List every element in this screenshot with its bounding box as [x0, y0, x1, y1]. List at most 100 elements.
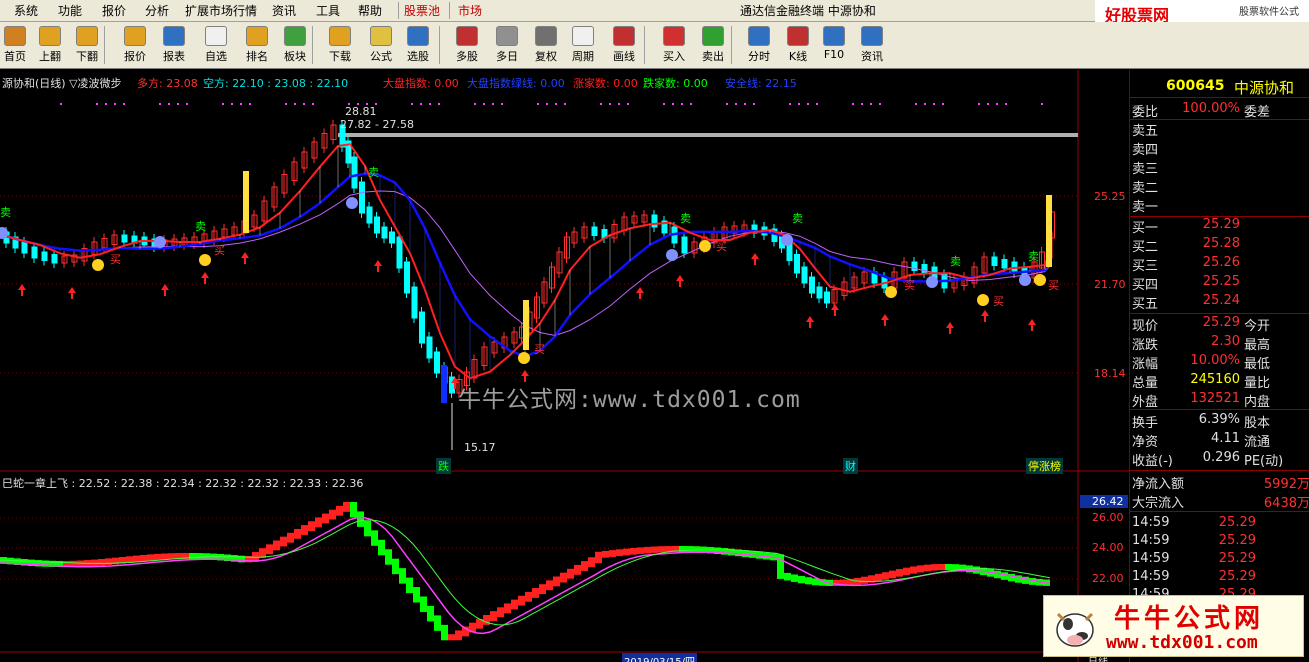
sub-step	[791, 574, 798, 582]
signal-dot	[555, 103, 557, 105]
toolbar-button-3[interactable]: 报价	[118, 24, 152, 67]
signal-dot	[312, 103, 314, 105]
menu-system[interactable]: 系统	[14, 3, 38, 19]
buy-icon	[663, 26, 685, 46]
menu-ext-market[interactable]: 扩展市场行情	[185, 3, 257, 19]
smiley-icon	[885, 286, 897, 298]
toolbar-button-label: 排名	[246, 50, 268, 63]
f10-icon	[823, 26, 845, 46]
sub-step	[399, 568, 406, 584]
menu-news[interactable]: 资讯	[272, 3, 296, 19]
stat2-label: 净资	[1132, 435, 1159, 450]
toolbar-button-label: 下翻	[76, 50, 98, 63]
toolbar-button-4[interactable]: 报表	[157, 24, 191, 67]
toolbar-button-label: 公式	[370, 50, 392, 63]
toolbar-button-7[interactable]: 板块	[278, 24, 312, 67]
menu-function[interactable]: 功能	[58, 3, 82, 19]
stat-right-label: 量比	[1244, 376, 1271, 391]
buy-level-label: 买三	[1132, 259, 1159, 274]
kline-chart[interactable]: 买买买买买买买卖卖卖卖 卖卖卖	[0, 70, 1129, 662]
toolbar-button-18[interactable]: 分时	[742, 24, 776, 67]
menu-help[interactable]: 帮助	[358, 3, 382, 19]
watermark-url: www.tdx001.com	[1106, 632, 1258, 653]
sub-step	[882, 572, 889, 580]
menu-stock-pool[interactable]: 股票池	[404, 3, 440, 19]
sub-step	[924, 564, 931, 572]
toolbar-button-6[interactable]: 排名	[240, 24, 274, 67]
buy-arrow-icon	[1028, 319, 1036, 331]
signal-dot	[492, 103, 494, 105]
toolbar-button-19[interactable]: K线	[781, 24, 815, 67]
toolbar-button-9[interactable]: 公式	[364, 24, 398, 67]
sub-step	[308, 521, 315, 532]
signal-dot	[870, 103, 872, 105]
stat-right-label: 内盘	[1244, 395, 1271, 410]
kline-chart-area[interactable]: 买买买买买买买卖卖卖卖卖卖卖 源协和(日线) ▽凌波微步 多方: 23.08 空…	[0, 70, 1129, 662]
event-tag-die[interactable]: 跌	[436, 458, 451, 474]
menu-quote[interactable]: 报价	[102, 3, 126, 19]
signal-dot	[681, 103, 683, 105]
toolbar-button-13[interactable]: 复权	[529, 24, 563, 67]
tick-time: 14:59	[1132, 551, 1170, 566]
signal-dot	[537, 103, 539, 105]
candle	[366, 206, 373, 224]
toolbar-button-12[interactable]: 多日	[490, 24, 524, 67]
signal-dot	[438, 103, 440, 105]
sub-step	[889, 570, 896, 579]
toolbar-button-15[interactable]: 画线	[607, 24, 641, 67]
smiley-icon	[92, 259, 104, 271]
toolbar-button-20[interactable]: F10	[817, 24, 851, 67]
sub-step	[273, 540, 280, 551]
buy-text: 买	[904, 279, 915, 292]
stat-value: 10.00%	[1190, 353, 1240, 368]
sub-step	[378, 539, 385, 556]
menu-analysis[interactable]: 分析	[145, 3, 169, 19]
buy-level-price: 25.25	[1202, 274, 1240, 289]
toolbar-button-label: 选股	[407, 50, 429, 63]
sub-step	[560, 572, 567, 583]
toolbar-button-11[interactable]: 多股	[450, 24, 484, 67]
toolbar-button-8[interactable]: 下载	[323, 24, 357, 67]
intraday-icon	[748, 26, 770, 46]
signal-dot	[744, 103, 746, 105]
buy-level-label: 买四	[1132, 278, 1159, 293]
signal-dot	[915, 103, 917, 105]
sub-step	[154, 553, 161, 561]
candle	[411, 286, 418, 319]
event-tag-cai[interactable]: 财	[843, 458, 858, 474]
buy-arrow-icon	[18, 284, 26, 296]
signal-dot	[501, 103, 503, 105]
watermark-banner: 牛牛公式网 www.tdx001.com	[1043, 595, 1304, 657]
sub-step	[98, 558, 105, 566]
signal-dot	[240, 103, 242, 105]
candle	[396, 236, 403, 269]
menu-market[interactable]: 市场	[458, 3, 482, 19]
toolbar-button-0[interactable]: 首页	[0, 24, 32, 67]
toolbar-button-1[interactable]: 上翻	[33, 24, 67, 67]
toolbar-button-10[interactable]: 选股	[401, 24, 435, 67]
toolbar-button-14[interactable]: 周期	[566, 24, 600, 67]
stat-label: 现价	[1132, 319, 1159, 334]
candle	[374, 216, 380, 234]
toolbar-separator	[439, 26, 440, 64]
sub-step	[644, 546, 651, 554]
toolbar-separator	[312, 26, 313, 64]
toolbar-button-5[interactable]: 自选	[199, 24, 233, 67]
signal-dot	[663, 103, 665, 105]
sub-step	[357, 511, 364, 527]
signal-dot	[105, 103, 107, 105]
ytick-18-14: 18.14	[1094, 367, 1126, 380]
buy-level-price: 25.26	[1202, 255, 1240, 270]
menu-tools[interactable]: 工具	[316, 3, 340, 19]
toolbar-button-17[interactable]: 卖出	[696, 24, 730, 67]
event-tag-tingzhang[interactable]: 停涨榜	[1026, 458, 1063, 474]
toolbar-button-21[interactable]: 资讯	[855, 24, 889, 67]
buy-arrow-icon	[676, 275, 684, 287]
sub-step	[518, 595, 525, 606]
multi-stock-icon	[456, 26, 478, 46]
sub-step	[616, 549, 623, 557]
signal-dot	[483, 103, 485, 105]
toolbar-button-2[interactable]: 下翻	[70, 24, 104, 67]
toolbar-button-16[interactable]: 买入	[657, 24, 691, 67]
sub-step	[448, 634, 455, 641]
